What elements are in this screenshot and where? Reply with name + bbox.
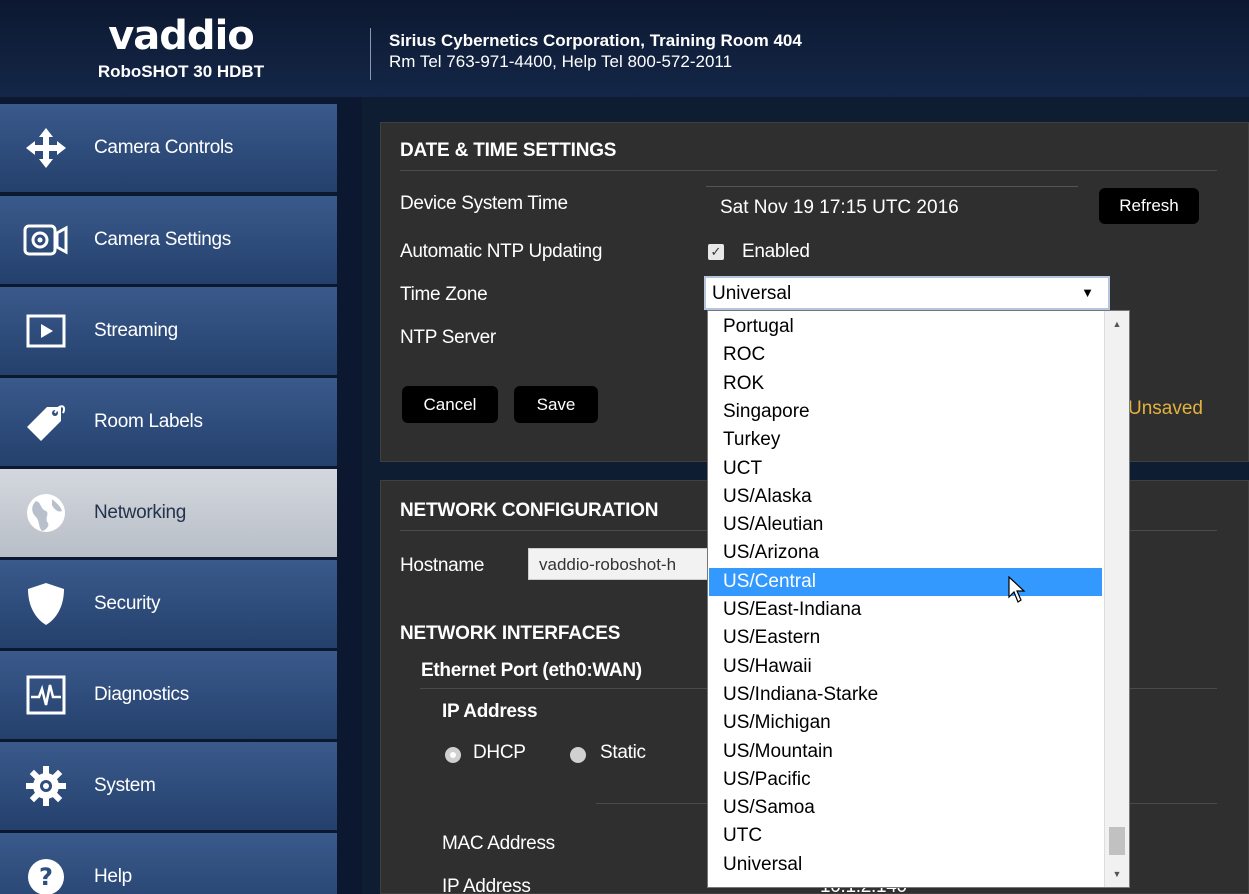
sidebar-item-label: System bbox=[94, 775, 156, 796]
tag-icon bbox=[21, 397, 71, 447]
cancel-button[interactable]: Cancel bbox=[402, 386, 498, 423]
dropdown-scrollbar[interactable]: ▲ ▼ bbox=[1104, 311, 1129, 887]
timezone-option[interactable]: US/Indiana-Starke bbox=[709, 681, 1102, 709]
hostname-label: Hostname bbox=[400, 555, 485, 576]
scroll-up-icon[interactable]: ▲ bbox=[1105, 315, 1129, 333]
timezone-option[interactable]: US/Eastern bbox=[709, 624, 1102, 652]
gear-icon bbox=[21, 761, 71, 811]
timezone-option[interactable]: Singapore bbox=[709, 398, 1102, 426]
ip-address-header: IP Address bbox=[442, 701, 538, 722]
contact-line: Rm Tel 763-971-4400, Help Tel 800-572-20… bbox=[389, 52, 733, 71]
ntp-label: Automatic NTP Updating bbox=[400, 241, 603, 262]
hostname-input[interactable]: vaddio-roboshot-h bbox=[528, 548, 728, 580]
org-line: Sirius Cybernetics Corporation, Training… bbox=[389, 31, 802, 50]
timezone-option[interactable]: US/East-Indiana bbox=[709, 596, 1102, 624]
sidebar-item-streaming[interactable]: Streaming bbox=[0, 287, 337, 377]
sidebar-item-camera-controls[interactable]: Camera Controls bbox=[0, 104, 337, 194]
timezone-option[interactable]: Turkey bbox=[709, 426, 1102, 454]
sidebar-item-label: Help bbox=[94, 866, 132, 887]
save-button[interactable]: Save bbox=[514, 386, 598, 423]
mac-address-label: MAC Address bbox=[442, 833, 555, 854]
timezone-option[interactable]: Universal bbox=[709, 851, 1102, 879]
sidebar-item-label: Security bbox=[94, 593, 161, 614]
sidebar-item-label: Streaming bbox=[94, 320, 178, 341]
move-arrows-icon bbox=[21, 123, 71, 173]
pulse-icon bbox=[21, 670, 71, 720]
sidebar-item-networking[interactable]: Networking bbox=[0, 469, 337, 559]
refresh-button[interactable]: Refresh bbox=[1099, 188, 1199, 224]
network-config-title: NETWORK CONFIGURATION bbox=[400, 500, 659, 521]
sidebar-item-label: Room Labels bbox=[94, 411, 203, 432]
sidebar-item-system[interactable]: System bbox=[0, 742, 337, 832]
unsaved-indicator: Unsaved bbox=[1128, 398, 1203, 419]
svg-text:?: ? bbox=[39, 863, 53, 891]
timezone-option[interactable]: US/Mountain bbox=[709, 738, 1102, 766]
room-info: Sirius Cybernetics Corporation, Training… bbox=[389, 30, 802, 72]
sidebar-item-room-labels[interactable]: Room Labels bbox=[0, 378, 337, 468]
device-time-label: Device System Time bbox=[400, 193, 568, 214]
timezone-option[interactable]: ROC bbox=[709, 341, 1102, 369]
scrollbar-thumb[interactable] bbox=[1109, 827, 1125, 855]
device-time-value: Sat Nov 19 17:15 UTC 2016 bbox=[720, 197, 959, 218]
sidebar: Camera Controls Camera Settings Streamin… bbox=[0, 97, 362, 894]
dhcp-label: DHCP bbox=[473, 742, 526, 763]
network-interfaces-title: NETWORK INTERFACES bbox=[400, 623, 621, 644]
camera-gear-icon bbox=[21, 215, 71, 265]
shield-icon bbox=[21, 579, 71, 629]
timezone-option[interactable]: US/Pacific bbox=[709, 766, 1102, 794]
mouse-cursor-icon bbox=[1008, 575, 1026, 609]
play-icon bbox=[21, 306, 71, 356]
dropdown-arrow-icon: ▼ bbox=[1081, 285, 1094, 300]
sidebar-item-help[interactable]: ? Help bbox=[0, 833, 337, 894]
product-name: RoboSHOT 30 HDBT bbox=[97, 61, 265, 81]
scroll-down-icon[interactable]: ▼ bbox=[1105, 865, 1129, 883]
vaddio-logo: vaddio bbox=[108, 12, 255, 59]
ip-address-label: IP Address bbox=[442, 876, 531, 894]
timezone-option[interactable]: US/Central bbox=[709, 567, 1102, 596]
ntp-server-label: NTP Server bbox=[400, 327, 496, 348]
sidebar-item-label: Networking bbox=[94, 502, 187, 523]
dhcp-radio[interactable] bbox=[445, 747, 461, 763]
timezone-select[interactable]: Universal ▼ bbox=[704, 276, 1110, 310]
help-icon: ? bbox=[21, 852, 71, 894]
sidebar-item-security[interactable]: Security bbox=[0, 560, 337, 650]
timezone-option[interactable]: US/Michigan bbox=[709, 709, 1102, 737]
sidebar-item-label: Camera Settings bbox=[94, 229, 232, 250]
logo-block: vaddio RoboSHOT 30 HDBT bbox=[0, 0, 362, 97]
timezone-option[interactable]: US/Aleutian bbox=[709, 511, 1102, 539]
sidebar-item-camera-settings[interactable]: Camera Settings bbox=[0, 196, 337, 286]
timezone-label: Time Zone bbox=[400, 284, 488, 305]
hostname-value: vaddio-roboshot-h bbox=[539, 555, 677, 574]
timezone-option[interactable]: Portugal bbox=[709, 313, 1102, 341]
timezone-option[interactable]: UTC bbox=[709, 822, 1102, 850]
header-divider bbox=[370, 28, 371, 80]
sidebar-item-label: Camera Controls bbox=[94, 137, 234, 158]
timezone-option[interactable]: US/Samoa bbox=[709, 794, 1102, 822]
globe-icon bbox=[21, 488, 71, 538]
timezone-option[interactable]: US/Hawaii bbox=[709, 653, 1102, 681]
ethernet-port-label: Ethernet Port (eth0:WAN) bbox=[421, 660, 642, 681]
device-time-field: Sat Nov 19 17:15 UTC 2016 bbox=[706, 186, 1078, 226]
timezone-selected-value: Universal bbox=[712, 283, 792, 304]
sidebar-item-diagnostics[interactable]: Diagnostics bbox=[0, 651, 337, 741]
app-header: vaddio RoboSHOT 30 HDBT Sirius Cyberneti… bbox=[0, 0, 1249, 97]
timezone-option[interactable]: US/Arizona bbox=[709, 539, 1102, 567]
timezone-option[interactable]: UCT bbox=[709, 455, 1102, 483]
date-time-title: DATE & TIME SETTINGS bbox=[400, 140, 617, 161]
ntp-checkbox[interactable]: ✓ bbox=[708, 244, 724, 260]
timezone-option[interactable]: ROK bbox=[709, 370, 1102, 398]
timezone-dropdown-list[interactable]: Portugal ROC ROK Singapore Turkey UCT US/Alask… bbox=[707, 310, 1130, 888]
section-divider bbox=[400, 170, 1217, 171]
sidebar-item-label: Diagnostics bbox=[94, 684, 189, 705]
timezone-option[interactable]: US/Alaska bbox=[709, 483, 1102, 511]
ntp-enabled-label: Enabled bbox=[742, 241, 810, 262]
static-label: Static bbox=[600, 742, 646, 763]
static-radio[interactable] bbox=[570, 747, 586, 763]
